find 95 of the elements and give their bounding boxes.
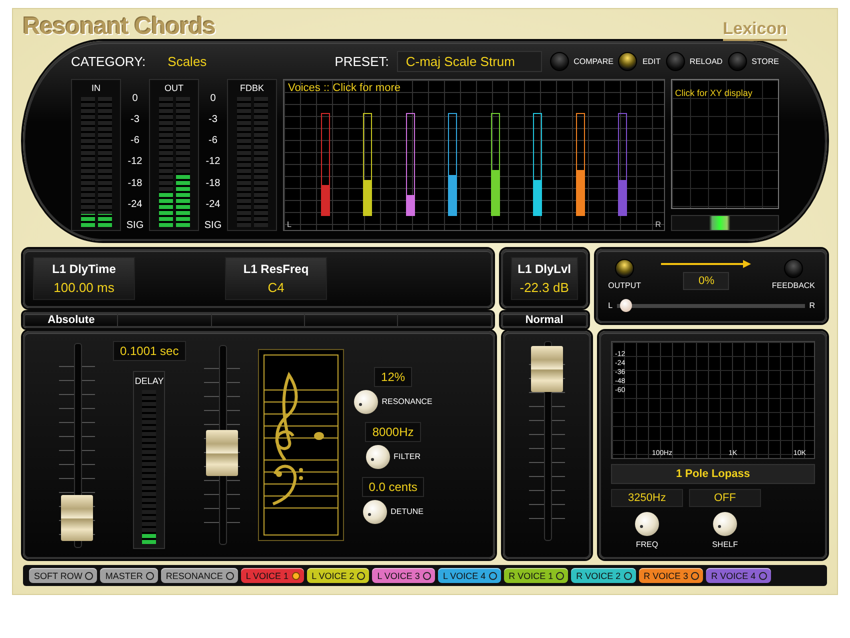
meter-label: DELAY: [134, 376, 164, 386]
button-label: STORE: [752, 56, 779, 66]
scale-label: -6: [130, 135, 140, 146]
parameter-value: -22.3 dB: [520, 280, 569, 295]
voice-tab[interactable]: RESONANCE: [160, 568, 238, 583]
knob[interactable]: [354, 390, 378, 414]
mode-label[interactable]: Normal: [525, 314, 564, 326]
button-label: EDIT: [642, 56, 661, 66]
scale-label: -12: [128, 156, 142, 168]
voice-tab[interactable]: MASTER: [100, 568, 158, 583]
arrow-icon: [661, 259, 752, 270]
fader-thumb[interactable]: [206, 430, 238, 476]
fader-thumb[interactable]: [61, 495, 93, 542]
voice-tab[interactable]: R VOICE 3: [638, 568, 704, 583]
scale-label: 0: [132, 93, 138, 104]
tab-indicator-icon: [226, 572, 234, 580]
tab-indicator-icon: [691, 572, 700, 580]
tab-indicator-icon: [357, 572, 366, 580]
scale-label: -24: [206, 198, 220, 210]
button-label: RELOAD: [690, 56, 723, 66]
display-label: Voices :: Click for more: [288, 82, 400, 94]
button-label: COMPARE: [574, 56, 614, 66]
value-readout: OFF: [689, 489, 761, 507]
category-label: CATEGORY:: [71, 54, 146, 68]
knob-label: SHELF: [712, 540, 738, 549]
knob-label: FILTER: [394, 452, 421, 461]
slider-thumb[interactable]: [620, 298, 632, 312]
scale-label: -18: [128, 178, 142, 189]
tab-indicator-icon: [292, 572, 300, 580]
scale-label: -3: [130, 114, 140, 126]
display-label: Click for XY display: [675, 88, 752, 98]
scale-label: -18: [206, 178, 220, 189]
parameter-name: L1 ResFreq: [243, 262, 309, 276]
knob[interactable]: [362, 500, 387, 524]
plugin-title: Resonant Chords: [23, 13, 216, 41]
value-readout: 0%: [683, 272, 730, 290]
pan-label: R: [809, 301, 816, 310]
knob-label: RESONANCE: [382, 397, 432, 406]
voice-tab[interactable]: L VOICE 2: [306, 568, 370, 583]
parameter-name: L1 DlyTime: [52, 262, 116, 276]
tab-indicator-icon: [758, 572, 767, 580]
channel-label: R: [655, 220, 661, 229]
value-readout: 8000Hz: [365, 422, 421, 442]
category-value[interactable]: Scales: [168, 54, 207, 68]
tab-indicator-icon: [488, 572, 497, 580]
xy-display[interactable]: Click for XY display: [671, 79, 779, 209]
scale-label: SIG: [126, 220, 144, 231]
voice-tab[interactable]: L VOICE 3: [372, 568, 435, 583]
tab-indicator-icon: [556, 572, 564, 580]
voice-tab[interactable]: L VOICE 1: [240, 568, 304, 583]
knob-label: FREQ: [636, 540, 658, 549]
filter-type-field[interactable]: 1 Pole Lopass: [611, 464, 815, 484]
voice-tab[interactable]: R VOICE 2: [571, 568, 636, 583]
value-readout: 12%: [374, 366, 412, 386]
knob[interactable]: [635, 512, 659, 536]
scale-label: SIG: [204, 220, 222, 231]
knob[interactable]: [366, 444, 390, 468]
tab-indicator-icon: [146, 572, 154, 580]
parameter-tile[interactable]: L1 DlyTime 100.00 ms: [33, 257, 135, 300]
pan-label: L: [608, 301, 613, 310]
parameter-value: 100.00 ms: [54, 280, 114, 295]
scale-label: 0: [210, 93, 216, 104]
tab-indicator-icon: [624, 572, 632, 580]
preset-field[interactable]: C-maj Scale Strum: [396, 50, 542, 72]
voice-tab[interactable]: SOFT ROW: [29, 568, 98, 583]
meter-label: FDBK: [240, 83, 264, 93]
knob-label: DETUNE: [390, 507, 424, 516]
lamp-button[interactable]: [615, 259, 634, 278]
parameter-value: C4: [268, 280, 284, 295]
preset-label: PRESET:: [334, 54, 389, 68]
lamp-label: OUTPUT: [608, 281, 641, 290]
scale-label: -6: [208, 135, 218, 146]
lamp-label: FEEDBACK: [772, 281, 816, 290]
tab-indicator-icon: [422, 572, 431, 580]
scale-label: -24: [128, 198, 142, 210]
voice-tab[interactable]: R VOICE 4: [706, 568, 771, 583]
parameter-name: L1 DlyLvl: [518, 262, 571, 276]
value-readout: 0.0 cents: [362, 476, 424, 496]
lamp-button[interactable]: [618, 52, 638, 70]
value-readout: 3250Hz: [611, 489, 683, 507]
knob[interactable]: [712, 512, 737, 536]
mode-label[interactable]: Absolute: [48, 314, 95, 326]
voice-tab[interactable]: R VOICE 1: [504, 568, 568, 583]
scale-label: -3: [208, 114, 218, 126]
meter-label: IN: [92, 83, 100, 93]
parameter-tile[interactable]: L1 DlyLvl -22.3 dB: [510, 257, 578, 300]
parameter-tile[interactable]: L1 ResFreq C4: [225, 257, 327, 300]
value-readout: 0.1001 sec: [113, 341, 186, 361]
voices-display[interactable]: Voices :: Click for more L R: [283, 79, 665, 231]
meter-label: OUT: [164, 83, 184, 93]
tab-indicator-icon: [85, 572, 94, 580]
fader-thumb[interactable]: [531, 346, 563, 392]
scale-label: -12: [206, 156, 220, 168]
channel-label: L: [287, 220, 292, 229]
voice-tab[interactable]: L VOICE 4: [438, 568, 501, 583]
